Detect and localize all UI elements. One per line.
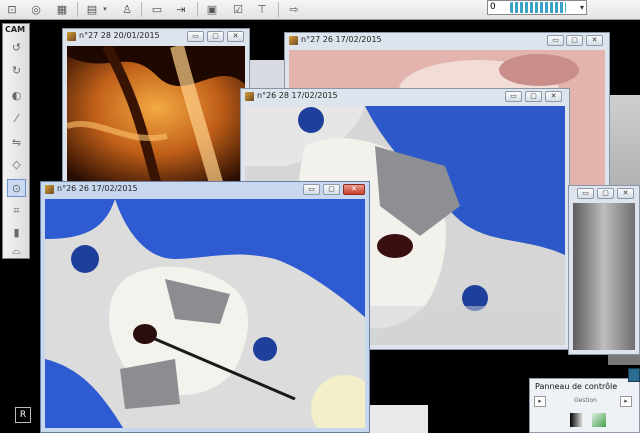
monitor-icon[interactable]: ▤ [84, 2, 100, 17]
close-button[interactable]: ✕ [617, 188, 634, 199]
camera-icon[interactable]: ▣ [204, 2, 220, 17]
counter-dropdown-icon[interactable]: ▾ [580, 1, 584, 14]
palette-title: CAM [5, 25, 26, 34]
window-titlebar[interactable]: ▭ ▢ ✕ [569, 186, 639, 202]
restore-button[interactable]: ▢ [597, 188, 614, 199]
xray-image[interactable] [67, 46, 245, 183]
clinical-photo[interactable] [45, 199, 365, 428]
image-window[interactable]: n°27 28 20/01/2015 ▭ ▢ ✕ [62, 28, 250, 188]
window-app-icon [45, 185, 54, 194]
control-panel-title: Panneau de contrôle [535, 382, 618, 391]
rotate-left-icon[interactable]: ↺ [7, 39, 26, 57]
image-window[interactable]: ▭ ▢ ✕ [568, 185, 640, 355]
control-panel: Panneau de contrôle ▸ Gestion ▸ [529, 378, 640, 433]
window-title: n°26 26 17/02/2015 [57, 184, 138, 193]
main-toolbar: ⊡ ◎ ▦ ▤ ▾ ♙ ▭ ⇥ ▣ ☑ ⊤ ⇨ 0 ▾ [0, 0, 640, 20]
person-icon[interactable]: ♙ [119, 2, 135, 17]
minimize-button[interactable]: ▭ [547, 35, 564, 46]
magic-wand-icon[interactable]: ⁄ [7, 110, 26, 128]
r-button[interactable]: R [15, 407, 31, 423]
tooth-view-icon[interactable]: ⊡ [4, 2, 20, 17]
cam-palette: CAM ↺ ↻ ◐ ⁄ ⇋ ◇ ⊙ ⌗ ▮ ⌓ [2, 23, 30, 259]
minimize-button[interactable]: ▭ [577, 188, 594, 199]
window-title: n°26 28 17/02/2015 [257, 91, 338, 100]
restore-button[interactable]: ▢ [323, 184, 340, 195]
close-button[interactable]: ✕ [545, 91, 562, 102]
minimize-button[interactable]: ▭ [187, 31, 204, 42]
window-titlebar[interactable]: n°27 28 20/01/2015 ▭ ▢ ✕ [63, 29, 249, 45]
grid-icon[interactable]: ▦ [54, 2, 70, 17]
window-title: n°27 26 17/02/2015 [301, 35, 382, 44]
counter-value: 0 [490, 2, 496, 12]
globe-icon[interactable]: ◎ [28, 2, 44, 17]
close-button[interactable]: ✕ [227, 31, 244, 42]
panel-collapse-icon[interactable]: ▸ [534, 396, 546, 407]
gradient-icon[interactable]: ▮ [7, 224, 26, 242]
desktop: ⊡ ◎ ▦ ▤ ▾ ♙ ▭ ⇥ ▣ ☑ ⊤ ⇨ 0 ▾ CAM ↺ ↻ ◐ ⁄ … [0, 0, 640, 433]
minimize-button[interactable]: ▭ [505, 91, 522, 102]
exit-icon[interactable]: ⇨ [286, 2, 302, 17]
xray-image[interactable] [573, 203, 635, 350]
rotate-right-icon[interactable]: ↻ [7, 62, 26, 80]
window-app-icon [245, 92, 254, 101]
restore-button[interactable]: ▢ [207, 31, 224, 42]
restore-button[interactable]: ▢ [525, 91, 542, 102]
app-icon[interactable] [628, 368, 640, 382]
color-icon[interactable] [592, 413, 606, 427]
window-app-icon [289, 36, 298, 45]
close-button[interactable]: ✕ [343, 184, 365, 195]
restore-button[interactable]: ▢ [566, 35, 583, 46]
eraser-icon[interactable]: ◇ [7, 156, 26, 174]
window-titlebar[interactable]: n°27 26 17/02/2015 ▭ ▢ ✕ [285, 33, 609, 49]
close-button[interactable]: ✕ [586, 35, 603, 46]
teeth-chart-icon [510, 2, 566, 13]
minimize-button[interactable]: ▭ [303, 184, 320, 195]
panel-label: Gestion [574, 397, 597, 404]
tooth-icon[interactable]: ⌓ [7, 242, 26, 260]
levels-icon[interactable] [570, 413, 584, 427]
mirror-icon[interactable]: ⇋ [7, 134, 26, 152]
tooth-counter[interactable]: 0 ▾ [487, 0, 587, 15]
scan-icon[interactable]: ▭ [147, 2, 167, 17]
dropdown-arrow-icon[interactable]: ▾ [101, 2, 109, 17]
window-app-icon [67, 32, 76, 41]
checkbox-icon[interactable]: ☑ [230, 2, 246, 17]
lens-icon[interactable]: ⊙ [7, 179, 26, 197]
export-icon[interactable]: ⇥ [173, 2, 189, 17]
window-titlebar[interactable]: n°26 26 17/02/2015 ▭ ▢ ✕ [41, 182, 369, 198]
image-window-active[interactable]: n°26 26 17/02/2015 ▭ ▢ ✕ [40, 181, 370, 433]
window-titlebar[interactable]: n°26 28 17/02/2015 ▭ ▢ ✕ [241, 89, 569, 105]
crop-icon[interactable]: ⌗ [7, 202, 26, 220]
monitor-stand-icon[interactable]: ⊤ [254, 2, 270, 17]
window-title: n°27 28 20/01/2015 [79, 31, 160, 40]
contrast-icon[interactable]: ◐ [7, 87, 26, 105]
panel-expand-icon[interactable]: ▸ [620, 396, 632, 407]
